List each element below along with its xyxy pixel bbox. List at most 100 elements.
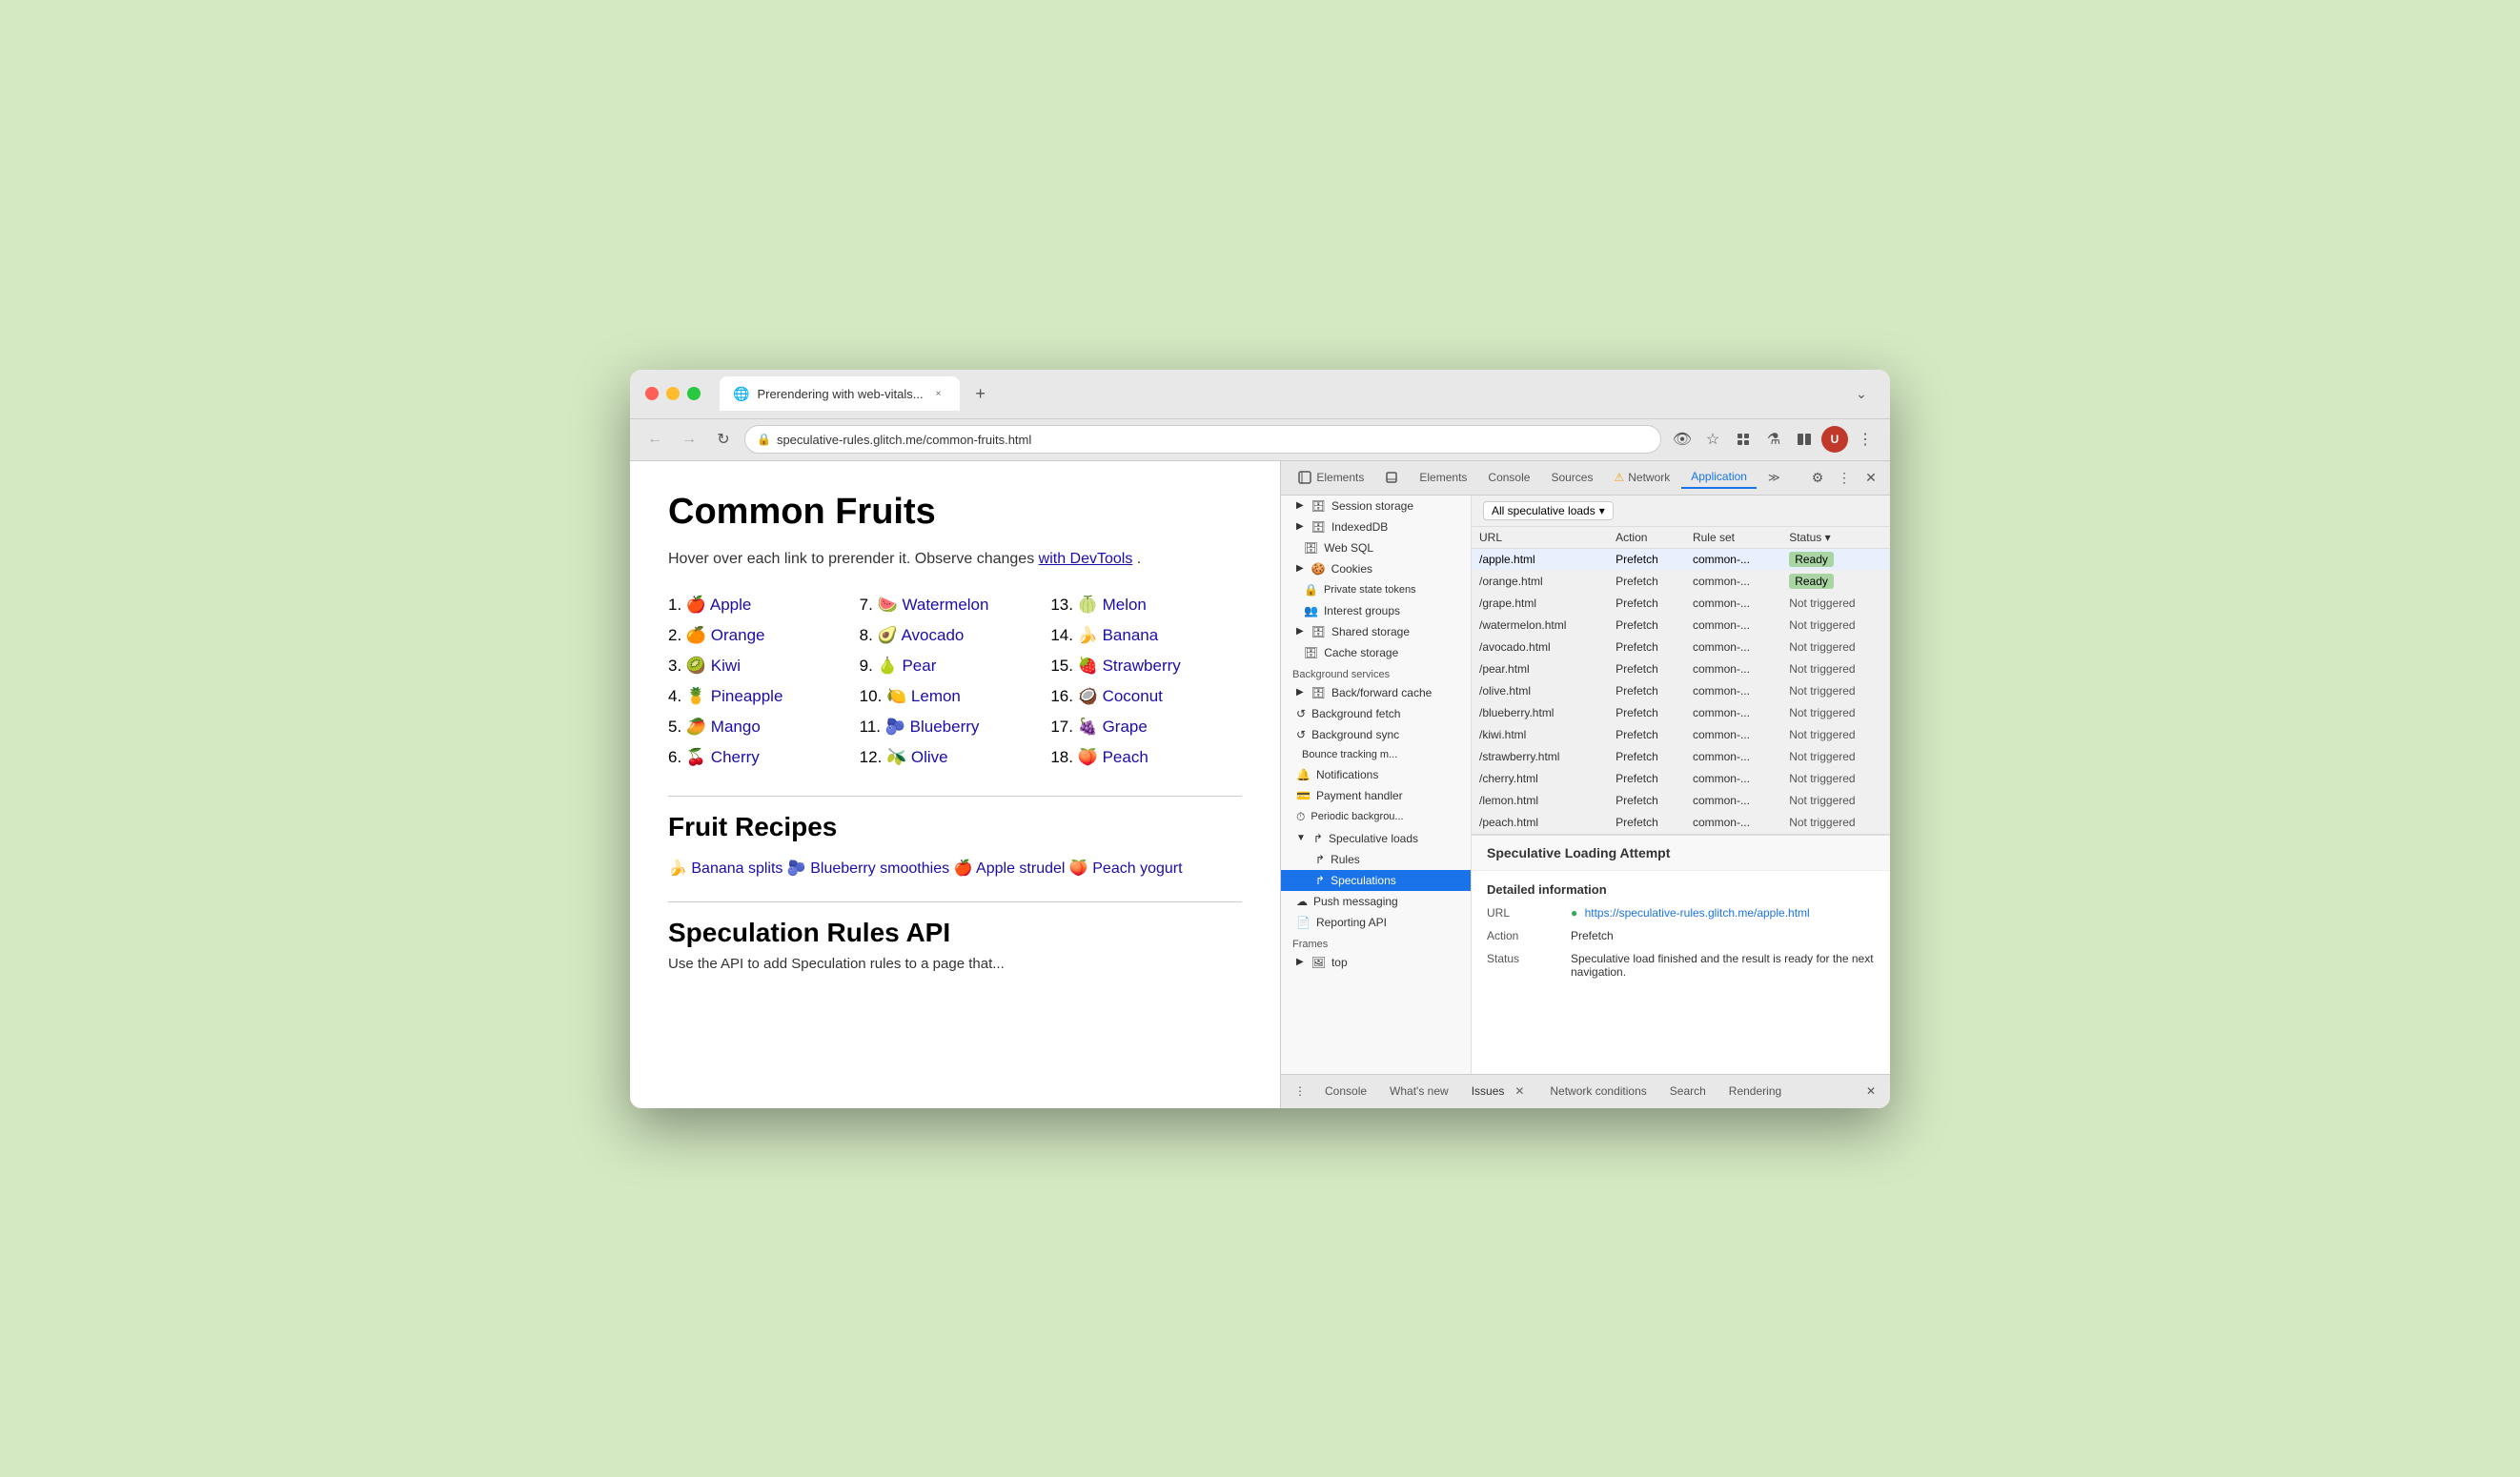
fruit-link-kiwi[interactable]: Kiwi (711, 657, 741, 675)
sidebar-item-private-state[interactable]: 🔒 Private state tokens (1281, 579, 1471, 600)
fullscreen-traffic-light[interactable] (687, 387, 701, 400)
table-row[interactable]: /kiwi.html Prefetch common-... Not trigg… (1472, 723, 1890, 745)
table-row[interactable]: /grape.html Prefetch common-... Not trig… (1472, 592, 1890, 614)
sidebar-item-cookies[interactable]: ▶ 🍪 Cookies (1281, 558, 1471, 579)
menu-icon[interactable]: ⋮ (1852, 426, 1879, 453)
fruit-link-coconut[interactable]: Coconut (1103, 687, 1163, 705)
sidebar-item-payment-handler[interactable]: 💳 Payment handler (1281, 785, 1471, 806)
tab-device-mode[interactable] (1375, 467, 1408, 489)
bookmark-icon[interactable]: ☆ (1699, 426, 1726, 453)
fruit-link-melon[interactable]: Melon (1103, 596, 1147, 614)
sidebar-item-bounce-tracking[interactable]: Bounce tracking m... (1281, 745, 1471, 764)
table-row[interactable]: /strawberry.html Prefetch common-... Not… (1472, 745, 1890, 767)
bottom-menu-icon[interactable]: ⋮ (1289, 1080, 1311, 1103)
tab-close-button[interactable]: × (931, 386, 946, 401)
recipe-link-1[interactable]: 🫐 Blueberry smoothies (787, 860, 949, 877)
fruit-link-peach[interactable]: Peach (1103, 748, 1148, 766)
recipe-link-0[interactable]: 🍌 Banana splits (668, 860, 782, 877)
recipe-link-3[interactable]: 🍑 Peach yogurt (1069, 860, 1183, 877)
sidebar-item-speculative-loads-group[interactable]: ▼ ↱ Speculative loads (1281, 828, 1471, 849)
eye-off-icon[interactable]: 👁 (1669, 426, 1696, 453)
fruit-link-blueberry[interactable]: Blueberry (910, 718, 980, 736)
tab-network[interactable]: ⚠ Network (1604, 467, 1679, 488)
spec-loads-dropdown[interactable]: All speculative loads ▾ (1483, 501, 1614, 520)
sidebar-item-shared-storage[interactable]: ▶ 🗄 Shared storage (1281, 621, 1471, 642)
bottom-tab-console[interactable]: Console (1315, 1081, 1376, 1102)
sidebar-item-notifications[interactable]: 🔔 Notifications (1281, 764, 1471, 785)
detail-url-link[interactable]: https://speculative-rules.glitch.me/appl… (1585, 906, 1810, 920)
issues-close-icon[interactable]: ✕ (1512, 1083, 1527, 1099)
tab-console[interactable]: Console (1478, 467, 1539, 488)
col-status: Status ▾ (1781, 527, 1890, 549)
sidebar-item-back-forward-cache[interactable]: ▶ 🗄 Back/forward cache (1281, 682, 1471, 703)
table-row[interactable]: /orange.html Prefetch common-... Ready (1472, 570, 1890, 592)
table-row[interactable]: /watermelon.html Prefetch common-... Not… (1472, 614, 1890, 636)
fruit-link-pineapple[interactable]: Pineapple (711, 687, 783, 705)
sidebar-item-indexeddb[interactable]: ▶ 🗄 IndexedDB (1281, 516, 1471, 537)
table-row[interactable]: /avocado.html Prefetch common-... Not tr… (1472, 636, 1890, 658)
bottom-tab-issues[interactable]: Issues ✕ (1462, 1080, 1537, 1103)
fruit-link-grape[interactable]: Grape (1103, 718, 1148, 736)
tab-elements-text[interactable]: Elements (1410, 467, 1476, 488)
fruit-link-strawberry[interactable]: Strawberry (1103, 657, 1181, 675)
tab-elements[interactable]: Elements (1289, 467, 1373, 489)
forward-button[interactable]: → (676, 426, 702, 453)
sidebar-item-top-frame[interactable]: ▶ 🖼 top (1281, 952, 1471, 973)
recipe-link-2[interactable]: 🍎 Apple strudel (954, 860, 1066, 877)
table-row[interactable]: /apple.html Prefetch common-... Ready (1472, 548, 1890, 570)
tab-application[interactable]: Application (1681, 466, 1757, 489)
table-row[interactable]: /olive.html Prefetch common-... Not trig… (1472, 679, 1890, 701)
bottom-tab-rendering[interactable]: Rendering (1719, 1081, 1791, 1102)
bottom-close-button[interactable]: ✕ (1860, 1080, 1882, 1103)
address-bar[interactable]: 🔒 speculative-rules.glitch.me/common-fru… (744, 425, 1661, 454)
table-row[interactable]: /lemon.html Prefetch common-... Not trig… (1472, 789, 1890, 811)
refresh-button[interactable]: ↻ (710, 426, 737, 453)
user-avatar[interactable]: U (1821, 426, 1848, 453)
status-text: Not triggered (1789, 640, 1855, 654)
tab-more[interactable]: ≫ (1758, 467, 1790, 488)
table-row[interactable]: /cherry.html Prefetch common-... Not tri… (1472, 767, 1890, 789)
fruit-link-cherry[interactable]: Cherry (711, 748, 760, 766)
devtools-more-icon[interactable]: ⋮ (1833, 466, 1856, 489)
table-row[interactable]: /peach.html Prefetch common-... Not trig… (1472, 811, 1890, 833)
devtools-close-icon[interactable]: ✕ (1860, 466, 1882, 489)
minimize-traffic-light[interactable] (666, 387, 680, 400)
sidebar-item-periodic-bg[interactable]: ⏱ Periodic backgrou... (1281, 806, 1471, 828)
sidebar-item-bg-fetch[interactable]: ↺ Background fetch (1281, 703, 1471, 724)
sidebar-item-cache-storage[interactable]: 🗄 Cache storage (1281, 642, 1471, 663)
extensions-icon[interactable] (1730, 426, 1757, 453)
sidebar-item-speculations[interactable]: ↱ Speculations (1281, 870, 1471, 891)
bottom-tab-whats-new[interactable]: What's new (1380, 1081, 1458, 1102)
table-row[interactable]: /blueberry.html Prefetch common-... Not … (1472, 701, 1890, 723)
active-tab[interactable]: 🌐 Prerendering with web-vitals... × (720, 376, 960, 411)
fruit-link-banana[interactable]: Banana (1103, 626, 1159, 644)
fruit-link-watermelon[interactable]: Watermelon (902, 596, 988, 614)
fruit-link-mango[interactable]: Mango (711, 718, 761, 736)
tab-sources[interactable]: Sources (1541, 467, 1602, 488)
table-row[interactable]: /pear.html Prefetch common-... Not trigg… (1472, 658, 1890, 679)
fruit-link-apple[interactable]: Apple (710, 596, 751, 614)
sidebar-item-bg-sync[interactable]: ↺ Background sync (1281, 724, 1471, 745)
sidebar-item-reporting-api[interactable]: 📄 Reporting API (1281, 912, 1471, 933)
split-screen-icon[interactable] (1791, 426, 1818, 453)
devtools-settings-icon[interactable]: ⚙ (1806, 466, 1829, 489)
sidebar-item-rules[interactable]: ↱ Rules (1281, 849, 1471, 870)
back-button[interactable]: ← (641, 426, 668, 453)
devtools-link[interactable]: with DevTools (1039, 551, 1133, 567)
new-tab-button[interactable]: + (967, 380, 994, 407)
flask-icon[interactable]: ⚗ (1760, 426, 1787, 453)
fruit-link-pear[interactable]: Pear (902, 657, 936, 675)
bottom-tab-network-conditions[interactable]: Network conditions (1540, 1081, 1656, 1102)
sidebar-item-interest-groups[interactable]: 👥 Interest groups (1281, 600, 1471, 621)
fruit-link-lemon[interactable]: Lemon (911, 687, 961, 705)
sidebar-item-session-storage[interactable]: ▶ 🗄 Session storage (1281, 496, 1471, 516)
sidebar-item-push-messaging[interactable]: ☁ Push messaging (1281, 891, 1471, 912)
sidebar-item-websql[interactable]: 🗄 Web SQL (1281, 537, 1471, 558)
fruit-link-orange[interactable]: Orange (711, 626, 765, 644)
close-traffic-light[interactable] (645, 387, 659, 400)
detail-status-label: Status (1487, 952, 1563, 965)
fruit-link-olive[interactable]: Olive (911, 748, 948, 766)
bottom-tab-search[interactable]: Search (1660, 1081, 1716, 1102)
fruit-link-avocado[interactable]: Avocado (902, 626, 965, 644)
tab-expand-icon[interactable]: ⌄ (1848, 380, 1875, 407)
